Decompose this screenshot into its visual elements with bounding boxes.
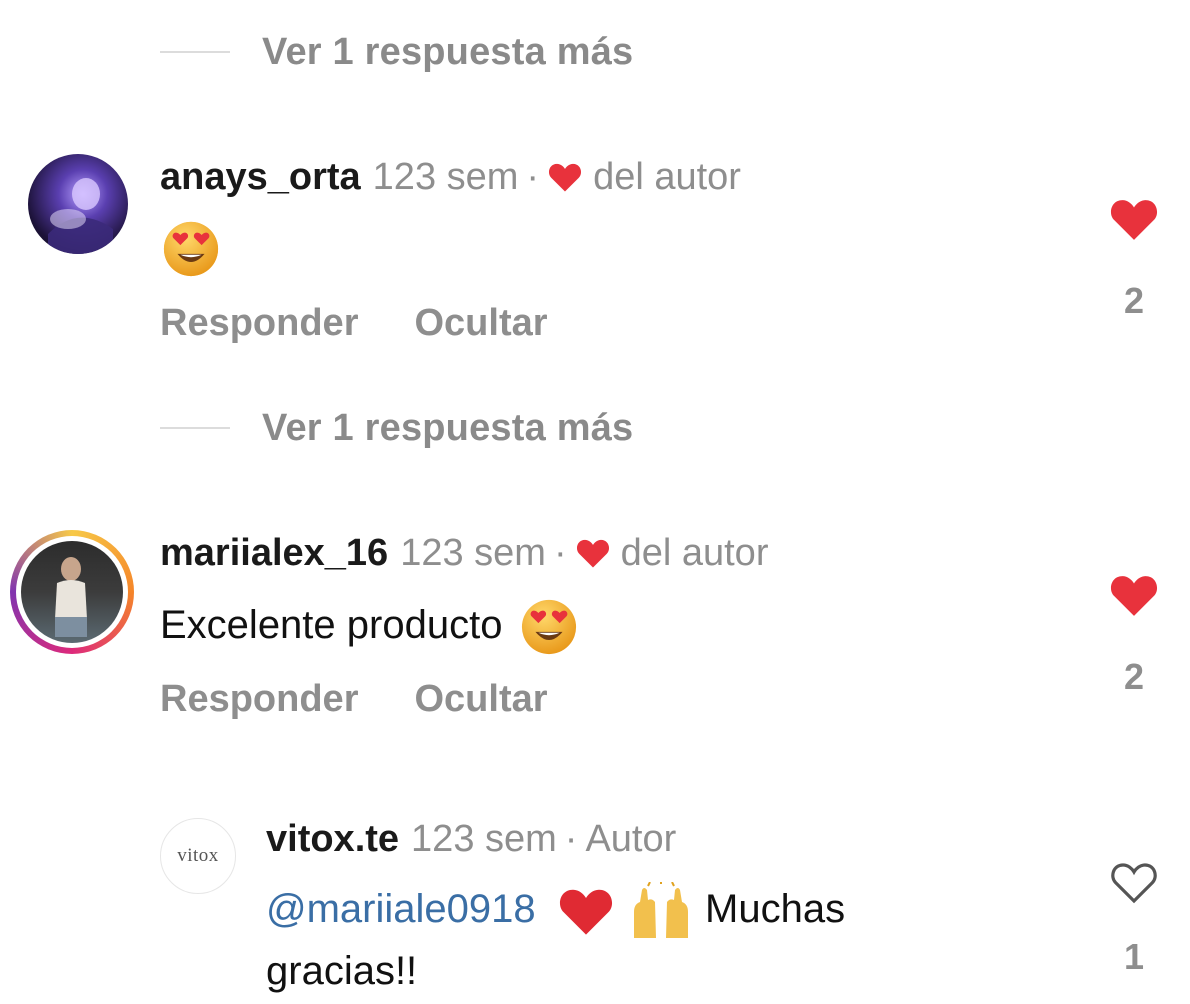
like-count: 2 [1123,656,1145,697]
hide-button[interactable]: Ocultar [414,302,547,345]
like-column: 2 [1106,572,1162,698]
separator-dot: · [553,532,567,574]
view-more-replies-label[interactable]: Ver 1 respuesta más [262,31,633,74]
heart-eyes-emoji-icon [521,600,576,655]
reply-text-line-1: @mariiale0918 Muchas [266,878,845,940]
comment-text: Excelente producto [160,594,578,656]
avatar-logo-text: vitox [177,845,219,866]
like-column: 2 [1106,196,1162,322]
like-count: 1 [1123,936,1145,977]
mention-link[interactable]: @mariiale0918 [266,887,536,931]
reply-button[interactable]: Responder [160,678,358,721]
heart-eyes-emoji-icon [163,221,219,277]
view-more-replies-label[interactable]: Ver 1 respuesta más [262,407,633,450]
comment-actions: Responder Ocultar [160,302,604,345]
comment-text-content: Excelente producto [160,603,503,647]
comment-actions: Responder Ocultar [160,678,604,721]
author-badge: Autor [585,818,677,860]
reply-header: vitox.te 123 sem · Autor [266,818,676,861]
reply-text-content: Muchas [705,887,846,931]
reply-text-line-2: gracias!! [266,940,417,1002]
divider-line [160,51,230,53]
separator-dot: · [526,156,540,198]
avatar-photo [48,178,113,254]
comment-header: mariialex_16 123 sem · del autor [160,532,768,575]
timestamp: 123 sem [411,818,557,860]
like-count: 2 [1123,280,1145,321]
reply-text-content: gracias!! [266,949,418,993]
view-more-replies-2[interactable]: Ver 1 respuesta más [160,398,633,458]
avatar[interactable] [28,154,128,254]
heart-icon [549,163,582,192]
liked-by-author-label: del autor [620,532,769,574]
view-more-replies-1[interactable]: Ver 1 respuesta más [160,22,633,82]
red-heart-emoji-icon [559,890,612,936]
separator-dot: · [564,818,578,860]
timestamp: 123 sem [372,156,519,198]
heart-outline-icon[interactable] [1109,860,1159,904]
divider-line [160,427,230,429]
liked-by-author-label: del autor [593,156,741,198]
avatar[interactable] [16,536,128,648]
comment-header: anays_orta 123 sem · del autor [160,156,741,199]
hide-button[interactable]: Ocultar [414,678,547,721]
username[interactable]: anays_orta [160,156,361,199]
raised-hands-emoji-icon [633,881,688,939]
heart-icon [576,539,609,568]
timestamp: 123 sem [400,532,546,574]
heart-filled-icon[interactable] [1108,572,1160,618]
reply-button[interactable]: Responder [160,302,358,345]
avatar[interactable]: vitox [160,818,236,894]
heart-filled-icon[interactable] [1108,196,1160,242]
avatar-photo [21,541,123,643]
username[interactable]: vitox.te [266,818,399,861]
comment-emoji [162,220,220,278]
username[interactable]: mariialex_16 [160,532,388,575]
like-column: 1 [1106,860,1162,978]
